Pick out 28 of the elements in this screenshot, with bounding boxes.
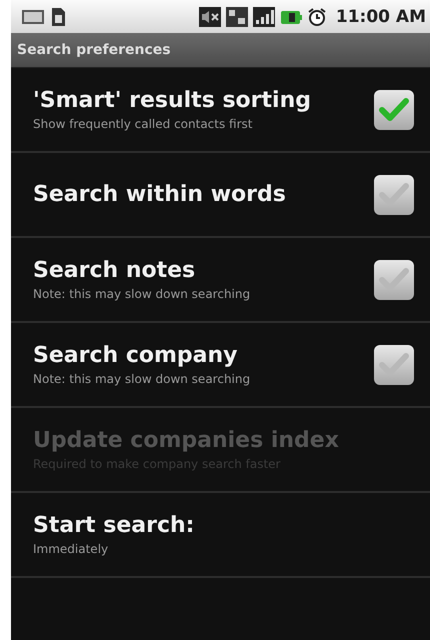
preference-row[interactable]: 'Smart' results sorting Show frequently called contacts first <box>11 68 430 153</box>
preference-row[interactable]: Search within words <box>11 153 430 238</box>
preference-row[interactable]: Search notes Note: this may slow down searching <box>11 238 430 323</box>
screen-title: Search preferences <box>17 42 171 58</box>
preference-summary: Note: this may slow down searching <box>33 287 252 301</box>
preference-summary: Immediately <box>33 542 110 556</box>
preference-title: Search notes <box>33 258 196 283</box>
picture-icon <box>21 8 45 26</box>
checkbox[interactable] <box>374 260 414 300</box>
preference-row[interactable]: Search company Note: this may slow down searching <box>11 323 430 408</box>
preference-title: Update companies index <box>33 428 340 453</box>
clock-time: 11:00 AM <box>336 6 426 26</box>
sd-card-icon <box>50 6 66 26</box>
checkbox[interactable] <box>374 174 414 214</box>
signal-icon <box>252 6 275 26</box>
checkbox[interactable] <box>374 90 414 130</box>
preference-summary: Show frequently called contacts first <box>33 117 254 131</box>
preference-summary: Note: this may slow down searching <box>33 372 252 386</box>
preference-row[interactable]: Start search: Immediately <box>11 493 430 578</box>
preference-title: Start search: <box>33 513 196 538</box>
alarm-clock-icon <box>306 6 327 26</box>
check-icon <box>379 96 409 122</box>
preference-title: Search within words <box>33 182 287 207</box>
network-icon <box>226 6 248 26</box>
preference-title: Search company <box>33 343 238 368</box>
preference-title: 'Smart' results sorting <box>33 88 312 113</box>
checkbox[interactable] <box>374 344 414 384</box>
muted-speaker-icon <box>198 6 221 26</box>
